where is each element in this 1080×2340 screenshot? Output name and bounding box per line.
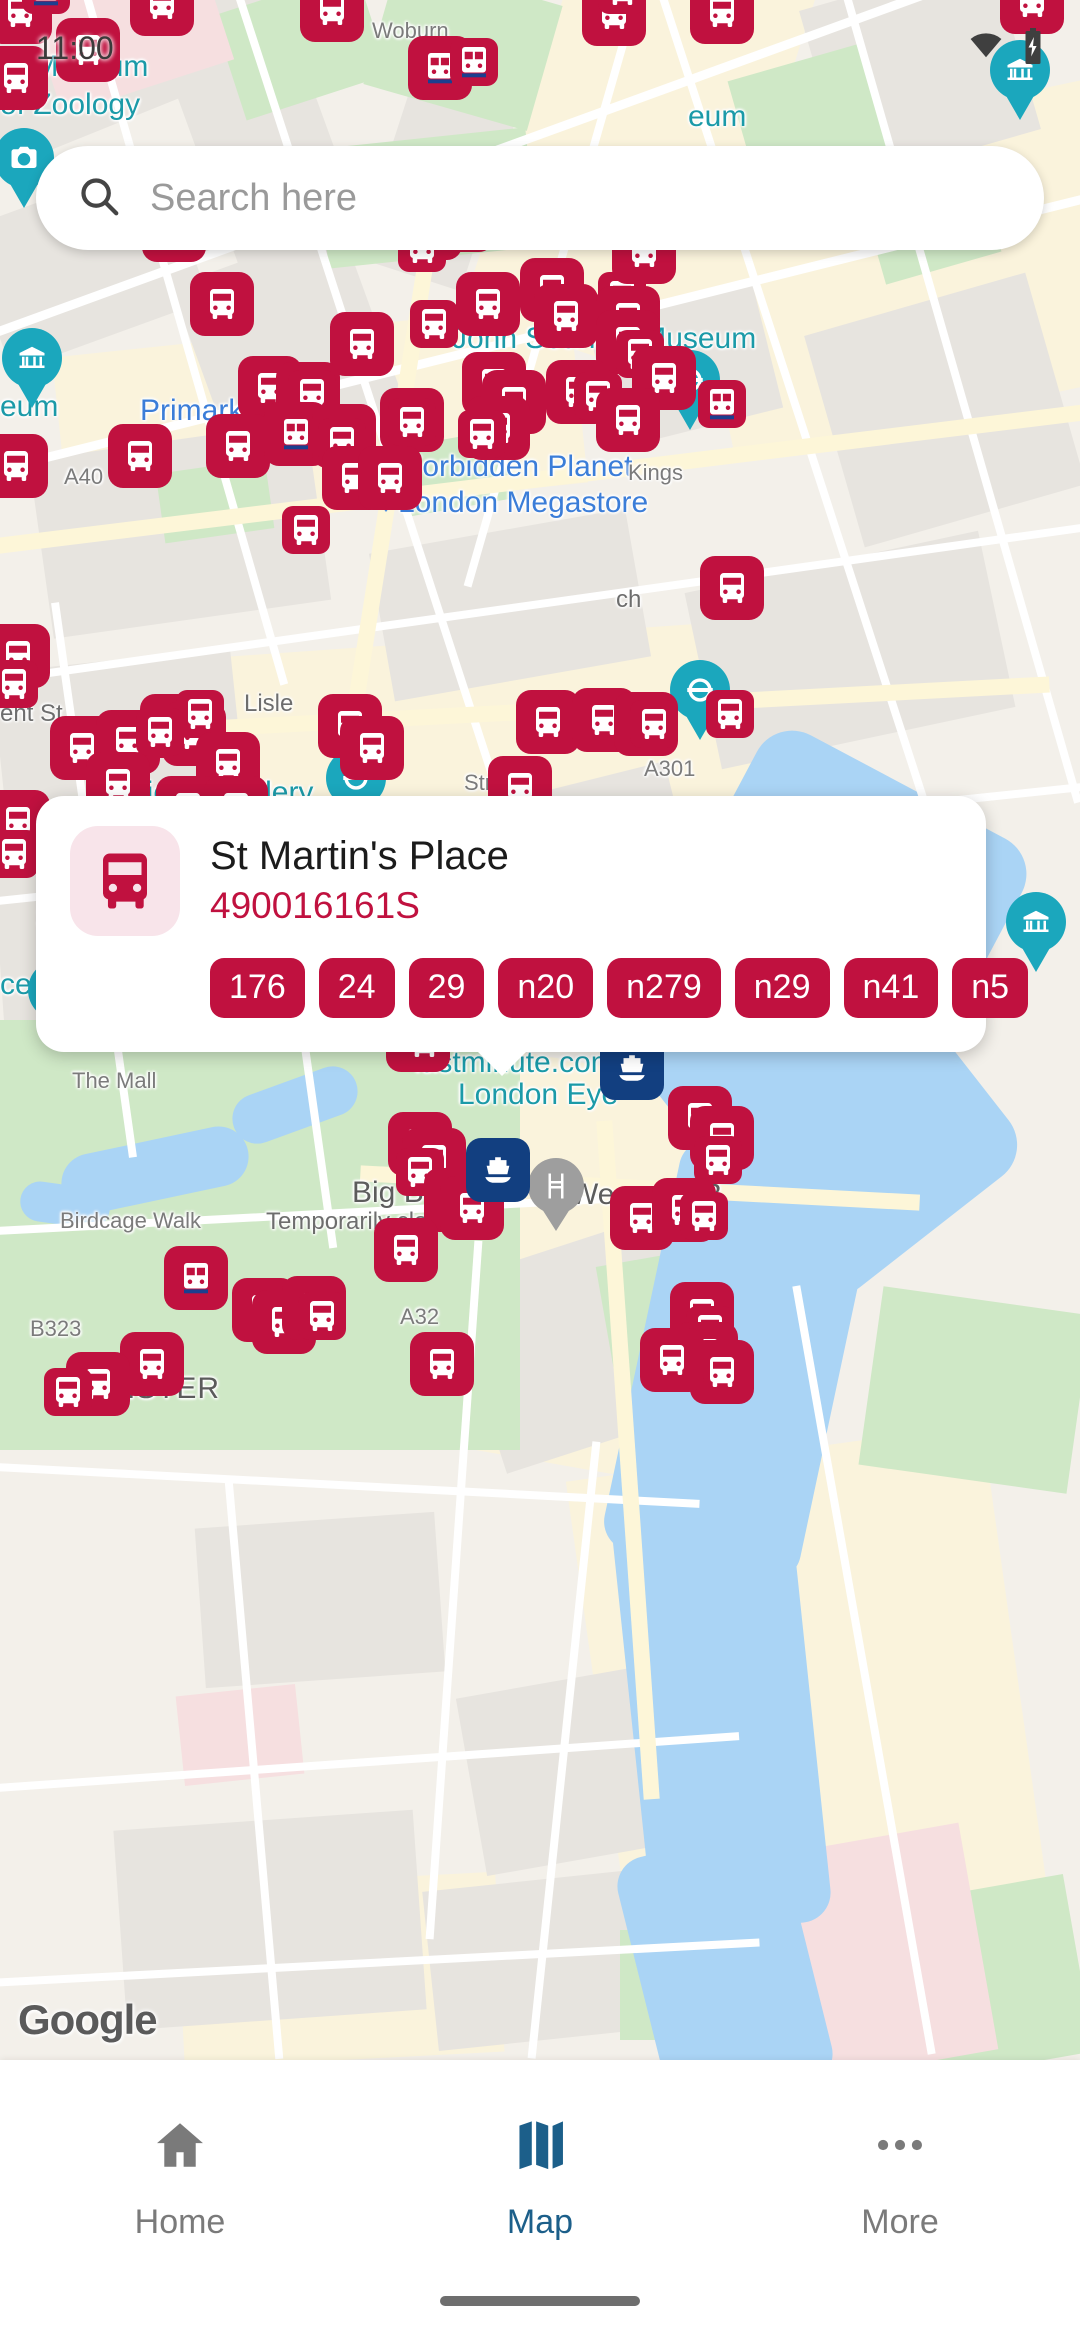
bus-icon [70,826,180,936]
map-label: The Mall [72,1068,157,1093]
map-label: ce [0,968,32,1001]
google-attribution: Google [18,1996,158,2043]
bus-stop-marker[interactable] [0,46,48,110]
bus-stop-marker[interactable] [374,1218,438,1282]
bus-stop-marker[interactable] [706,690,754,738]
rail-station-marker[interactable] [450,38,498,86]
map-label: London Eye [458,1078,619,1111]
bus-stop-marker[interactable] [282,506,330,554]
map-label: London Megastore [398,486,649,519]
map-label: A40 [64,464,104,489]
bus-stop-marker[interactable] [410,300,458,348]
map-label: ch [616,586,642,613]
search-bar[interactable]: Search here [36,146,1044,250]
bus-stop-marker[interactable] [56,18,120,82]
stop-code: 490016161S [210,884,420,926]
bus-stop-marker[interactable] [694,1136,742,1184]
map-label: Kings [628,460,684,485]
bus-stop-marker[interactable] [330,312,394,376]
poi-pin-landmark-gray[interactable] [528,1158,584,1231]
stop-info-header: St Martin's Place 490016161S [70,826,952,936]
bus-stop-marker[interactable] [298,1292,346,1340]
bus-stop-marker[interactable] [596,388,660,452]
bus-stop-marker[interactable] [410,1332,474,1396]
map-label: Birdcage Walk [60,1208,202,1233]
route-badge[interactable]: n41 [843,958,939,1018]
route-badge[interactable]: 24 [318,958,395,1018]
map-label: Lisle [244,690,294,717]
bus-stop-marker[interactable] [388,398,436,446]
card-pointer-tail [476,1050,528,1076]
app-screen: nt Museumof ZoologyWoburnRussell SqA4200… [0,0,1080,2340]
bus-stop-marker[interactable] [630,700,678,748]
bus-stop-marker[interactable] [190,272,254,336]
bus-stop-marker[interactable] [0,434,48,498]
route-badge[interactable]: 176 [210,958,305,1018]
bus-stop-marker[interactable] [340,716,404,780]
stop-name: St Martin's Place [210,834,509,878]
route-badge[interactable]: n279 [607,958,721,1018]
map-label: B323 [30,1316,82,1341]
route-badge[interactable]: 29 [408,958,485,1018]
bus-stop-marker[interactable] [700,556,764,620]
bus-stop-marker[interactable] [44,1368,92,1416]
bus-stop-marker[interactable] [136,708,184,756]
bus-stop-marker[interactable] [456,272,520,336]
more-dots-icon [871,2116,929,2179]
home-icon [151,2116,209,2179]
poi-pin-museum-left[interactable] [2,328,62,408]
map-label: eum [688,100,747,133]
home-indicator [440,2296,640,2306]
map-icon [511,2116,569,2179]
map-label: A32 [400,1304,440,1329]
bus-stop-marker[interactable] [108,424,172,488]
bus-stop-marker[interactable] [458,410,506,458]
search-input[interactable]: Search here [150,177,357,220]
bus-stop-marker[interactable] [1000,0,1064,34]
route-badge[interactable]: n29 [734,958,830,1018]
nav-label-more: More [861,2203,939,2241]
poi-pin-museum-right[interactable] [990,40,1050,120]
nav-item-map[interactable]: Map [360,2060,720,2242]
bus-stop-marker[interactable] [516,690,580,754]
bus-stop-marker[interactable] [130,0,194,36]
bus-stop-marker[interactable] [0,660,38,708]
route-badge[interactable]: n20 [498,958,594,1018]
bus-stop-marker[interactable] [690,0,754,44]
route-badge[interactable]: n5 [952,958,1029,1018]
bus-stop-marker[interactable] [640,1328,704,1392]
search-icon [76,173,122,224]
bus-stop-marker[interactable] [598,0,646,14]
rail-station-marker[interactable] [698,380,746,428]
bus-stop-marker[interactable] [0,830,38,878]
bus-stop-marker[interactable] [358,446,422,510]
nav-item-more[interactable]: More [720,2060,1080,2242]
bus-stop-marker[interactable] [680,1192,728,1240]
bus-stop-marker[interactable] [300,0,364,42]
pier-marker[interactable] [466,1138,530,1202]
nav-item-home[interactable]: Home [0,2060,360,2242]
stop-info-card[interactable]: St Martin's Place 490016161S 176 24 29 n20 n… [36,796,1029,1076]
rail-station-marker[interactable] [22,0,70,14]
rail-station-marker[interactable] [164,1246,228,1310]
nav-label-home: Home [134,2203,226,2241]
bus-stop-marker[interactable] [206,414,270,478]
stop-info-text: St Martin's Place 490016161S [210,826,509,927]
bus-stop-marker[interactable] [534,284,598,348]
route-badge-list[interactable]: 176 24 29 n20 n279 n29 n41 n5 [210,958,1029,1018]
nav-label-map: Map [506,2203,574,2241]
map-label: A301 [644,756,696,781]
